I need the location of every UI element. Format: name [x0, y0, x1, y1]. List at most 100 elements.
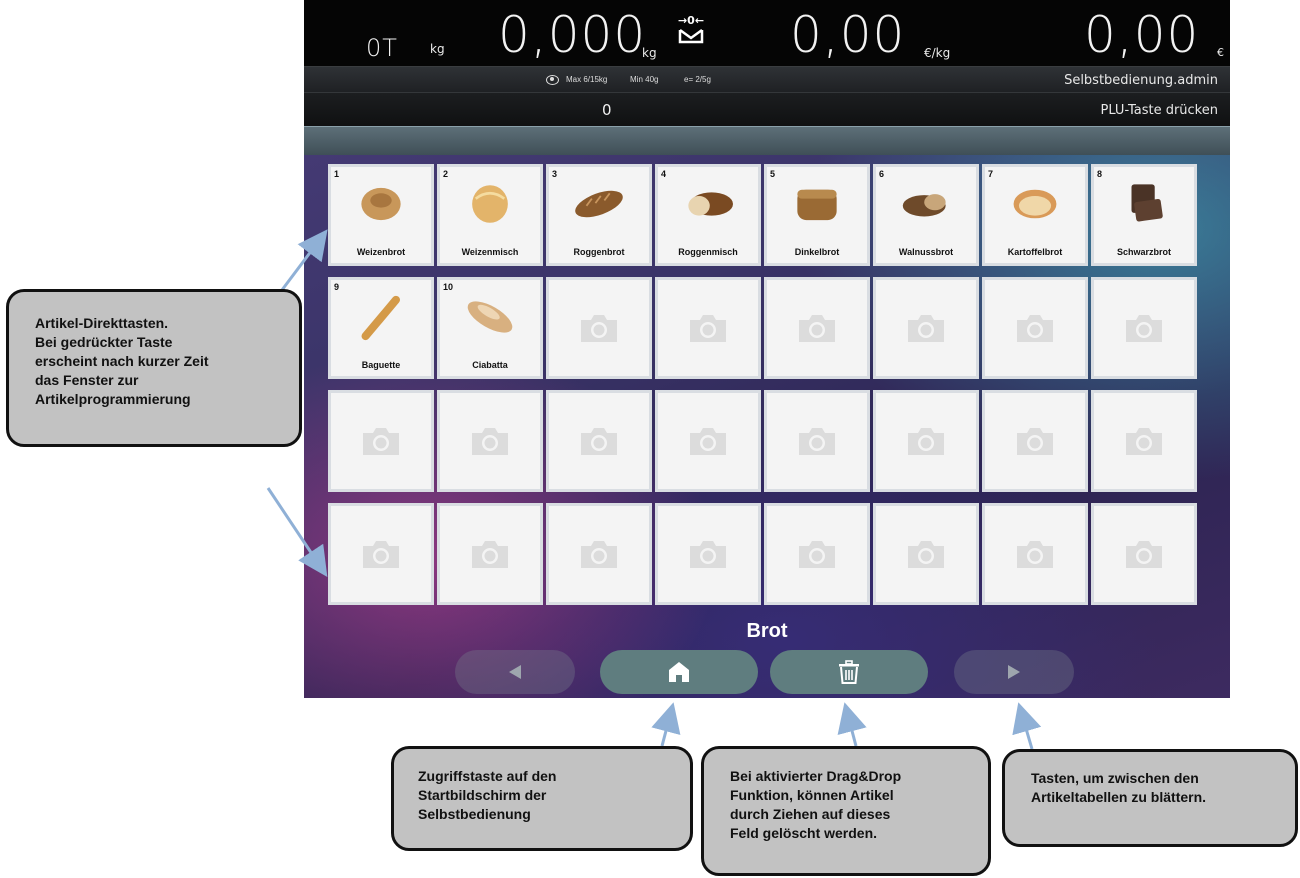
triangle-right-icon	[1008, 665, 1020, 679]
empty-article-key[interactable]	[546, 390, 652, 492]
article-number: 8	[1097, 169, 1103, 179]
home-button[interactable]	[600, 650, 758, 694]
empty-article-key[interactable]	[982, 390, 1088, 492]
callout-paging: Tasten, um zwischen den Artikeltabellen …	[1002, 749, 1298, 847]
callout-line: Selbstbedienung	[418, 806, 531, 822]
callout-line: Artikelprogrammierung	[35, 391, 191, 407]
article-number: 5	[770, 169, 776, 179]
empty-article-key[interactable]	[873, 503, 979, 605]
total-price-unit: €	[1217, 46, 1224, 59]
weight-value: 0,000	[498, 6, 647, 64]
callout-line: Artikel-Direkttasten.	[35, 315, 169, 331]
camera-placeholder-icon	[1126, 315, 1162, 342]
unit-price-unit: €/kg	[924, 46, 951, 60]
callout-line: Bei aktivierter Drag&Drop	[730, 768, 902, 784]
article-key[interactable]: 6 Walnussbrot	[873, 164, 979, 266]
ciabatta-icon	[467, 301, 513, 333]
camera-placeholder-icon	[690, 315, 726, 342]
callout-line: Zugriffstaste auf den	[418, 768, 557, 784]
baguette-icon	[361, 295, 400, 341]
empty-article-key[interactable]	[982, 277, 1088, 379]
camera-placeholder-icon	[690, 428, 726, 455]
category-title: Brot	[746, 620, 788, 642]
article-key[interactable]: 7 Kartoffelbrot	[982, 164, 1088, 266]
empty-article-key[interactable]	[655, 390, 761, 492]
article-key[interactable]: 8 Schwarzbrot	[1091, 164, 1197, 266]
callout-line: Artikeltabellen zu blättern.	[1031, 789, 1207, 805]
empty-article-key[interactable]	[1091, 390, 1197, 492]
article-count: 0	[602, 101, 612, 119]
article-label: Weizenbrot	[356, 247, 406, 257]
max-capacity: Max 6/15kg	[566, 75, 608, 84]
callout-article-keys: Artikel-Direkttasten. Bei gedrückter Tas…	[6, 289, 302, 447]
camera-placeholder-icon	[908, 428, 944, 455]
empty-article-key[interactable]	[546, 503, 652, 605]
article-label: Kartoffelbrot	[1007, 247, 1063, 257]
min-capacity: Min 40g	[630, 75, 659, 84]
article-label: Walnussbrot	[898, 247, 954, 257]
empty-article-key[interactable]	[437, 390, 543, 492]
callout-home: Zugriffstaste auf den Startbildschirm de…	[391, 746, 693, 851]
tare-value: 0T	[366, 34, 398, 62]
callout-line: erscheint nach kurzer Zeit	[35, 353, 209, 369]
article-key[interactable]: 1 Weizenbrot	[328, 164, 434, 266]
eye-icon	[546, 75, 559, 85]
camera-placeholder-icon	[472, 541, 508, 568]
scale-screen: 0T kg 0,000 kg →0← 0,00 €/kg 0,00 € Max …	[304, 0, 1230, 698]
article-number: 10	[443, 282, 454, 292]
article-number: 2	[443, 169, 449, 179]
article-key[interactable]: 5 Dinkelbrot	[764, 164, 870, 266]
callout-line: Tasten, um zwischen den	[1031, 770, 1199, 786]
camera-placeholder-icon	[690, 541, 726, 568]
separator-band	[304, 126, 1230, 155]
article-key[interactable]: 3 Roggenbrot	[546, 164, 652, 266]
dark-bread-slices-icon	[1131, 184, 1163, 222]
empty-article-key[interactable]	[655, 277, 761, 379]
article-label: Ciabatta	[472, 360, 508, 370]
camera-placeholder-icon	[1017, 428, 1053, 455]
article-key[interactable]: 10 Ciabatta	[437, 277, 543, 379]
cut-bread-icon	[1013, 189, 1057, 219]
empty-article-key[interactable]	[437, 503, 543, 605]
article-number: 3	[552, 169, 558, 179]
empty-article-key[interactable]	[982, 503, 1088, 605]
camera-placeholder-icon	[799, 541, 835, 568]
previous-page-button[interactable]	[455, 650, 575, 694]
callout-line: Startbildschirm der	[418, 787, 547, 803]
camera-placeholder-icon	[581, 428, 617, 455]
camera-placeholder-icon	[581, 315, 617, 342]
triangle-left-icon	[509, 665, 521, 679]
empty-article-key[interactable]	[328, 503, 434, 605]
camera-placeholder-icon	[472, 428, 508, 455]
article-label: Dinkelbrot	[794, 247, 840, 257]
article-label: Roggenbrot	[573, 247, 625, 257]
empty-article-key[interactable]	[764, 277, 870, 379]
empty-article-key[interactable]	[655, 503, 761, 605]
empty-article-key[interactable]	[764, 503, 870, 605]
next-page-button[interactable]	[954, 650, 1074, 694]
camera-placeholder-icon	[1126, 428, 1162, 455]
empty-article-key[interactable]	[328, 390, 434, 492]
svg-text:→0←: →0←	[678, 14, 704, 27]
empty-article-key[interactable]	[873, 277, 979, 379]
empty-article-key[interactable]	[873, 390, 979, 492]
article-label: Roggenmisch	[678, 247, 738, 257]
empty-article-key[interactable]	[1091, 503, 1197, 605]
article-key[interactable]: 4 Roggenmisch	[655, 164, 761, 266]
camera-placeholder-icon	[799, 428, 835, 455]
article-label: Baguette	[361, 360, 401, 370]
callout-line: durch Ziehen auf dieses	[730, 806, 891, 822]
article-number: 7	[988, 169, 994, 179]
article-key[interactable]: 9 Baguette	[328, 277, 434, 379]
callout-line: Funktion, können Artikel	[730, 787, 894, 803]
camera-placeholder-icon	[581, 541, 617, 568]
empty-article-key[interactable]	[1091, 277, 1197, 379]
empty-article-key[interactable]	[546, 277, 652, 379]
delete-drop-zone-button[interactable]	[770, 650, 928, 694]
empty-article-key[interactable]	[764, 390, 870, 492]
camera-placeholder-icon	[363, 541, 399, 568]
camera-placeholder-icon	[1126, 541, 1162, 568]
article-key[interactable]: 2 Weizenmisch	[437, 164, 543, 266]
crusty-bread-icon	[472, 185, 508, 223]
scale-division: e= 2/5g	[684, 75, 711, 84]
